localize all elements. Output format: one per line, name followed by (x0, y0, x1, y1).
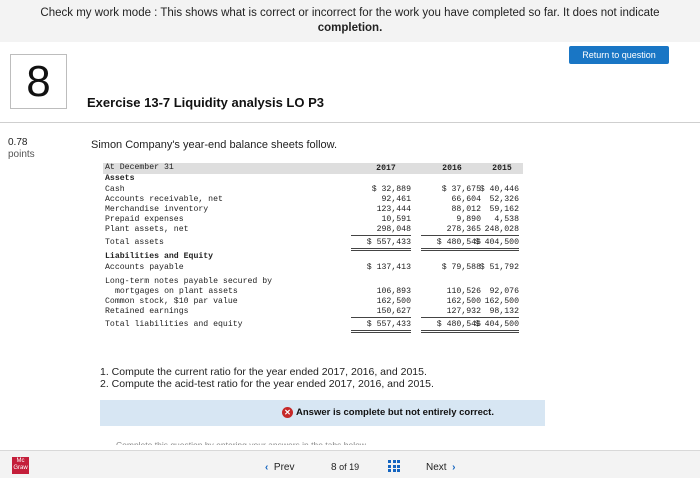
row-label: Plant assets, net (105, 225, 189, 234)
total-liabilities-row: Total liabilities and equity $ 557,433 $… (103, 320, 523, 333)
intro-text: Simon Company's year-end balance sheets … (91, 139, 338, 151)
cell-2015: 59,162 (489, 205, 519, 214)
table-row: Accounts receivable, net 92,461 66,604 5… (103, 195, 523, 205)
row-label: Total liabilities and equity (105, 320, 243, 329)
banner-line-2: completion. (317, 22, 383, 34)
answer-status-text: Answer is complete but not entirely corr… (296, 407, 494, 418)
chevron-right-icon: › (452, 462, 456, 473)
cell-2017: 162,500 (376, 297, 411, 306)
cell-2017: 298,048 (351, 225, 411, 236)
banner-line-1: Check my work mode : This shows what is … (40, 7, 660, 19)
answer-status: ✕ Answer is complete but not entirely co… (282, 407, 494, 418)
total-assets-row: Total assets $ 557,433 $ 480,546 $ 404,5… (103, 238, 523, 251)
header-label: At December 31 (105, 163, 174, 172)
row-label: Retained earnings (105, 307, 189, 316)
return-to-question-button[interactable]: Return to question (569, 46, 669, 64)
row-label: Accounts payable (105, 263, 184, 272)
next-label: Next (426, 462, 447, 473)
next-button[interactable]: Next › (426, 462, 455, 473)
cell-2015: 92,076 (489, 287, 519, 296)
cell-2015: 98,132 (459, 307, 519, 318)
cell-2017: 92,461 (381, 195, 411, 204)
points-value: 0.78 (8, 137, 28, 148)
grid-icon[interactable] (388, 460, 400, 472)
table-row: Plant assets, net 298,048 278,365 248,02… (103, 225, 523, 236)
cell-2017: $ 137,413 (366, 263, 411, 272)
cell-2015: 4,538 (494, 215, 519, 224)
cell-2017: 123,444 (376, 205, 411, 214)
check-mode-banner: Check my work mode : This shows what is … (0, 0, 700, 42)
cell-2015: $ 40,446 (479, 185, 519, 194)
divider (0, 122, 700, 123)
cell-2017: 106,893 (376, 287, 411, 296)
table-row: Common stock, $10 par value 162,500 162,… (103, 297, 523, 307)
row-label: Prepaid expenses (105, 215, 184, 224)
table-row: Cash $ 32,889 $ 37,675 $ 40,446 (103, 185, 523, 195)
x-circle-icon: ✕ (282, 407, 293, 418)
balance-sheet: At December 31 2017 2016 2015 Assets Cas… (103, 163, 523, 338)
year-2015: 2015 (492, 164, 512, 173)
cell-2017: $ 557,433 (351, 320, 411, 333)
prev-button[interactable]: ‹ Prev (265, 462, 294, 473)
cell-2015: $ 51,792 (479, 263, 519, 272)
instructions-cutoff: Complete this question by entering your … (116, 440, 368, 445)
row-label: Total assets (105, 238, 164, 247)
question-1: 1. Compute the current ratio for the yea… (100, 366, 427, 378)
table-row: Accounts payable $ 137,413 $ 79,588 $ 51… (103, 263, 523, 273)
cell-2015: $ 404,500 (459, 320, 519, 333)
cell-2017: $ 32,889 (371, 185, 411, 194)
mcgraw-logo: Mc Graw (12, 457, 29, 474)
page-total: 19 (349, 462, 360, 472)
cell-2015: 248,028 (459, 225, 519, 236)
page-current: 8 (331, 462, 337, 473)
page-indicator: 8 of 19 (331, 462, 359, 473)
cell-2015: $ 404,500 (459, 238, 519, 251)
year-2017: 2017 (376, 164, 396, 173)
cell-2017: 10,591 (381, 215, 411, 224)
assets-heading: Assets (105, 174, 135, 183)
row-label: Long-term notes payable secured by (105, 277, 273, 286)
page-of: of (339, 462, 347, 472)
cell-2017: $ 557,433 (351, 238, 411, 251)
cell-2015: 52,326 (489, 195, 519, 204)
row-label: Merchandise inventory (105, 205, 209, 214)
table-row: Retained earnings 150,627 127,932 98,132 (103, 307, 523, 318)
question-2: 2. Compute the acid-test ratio for the y… (100, 378, 434, 390)
table-row: mortgages on plant assets 106,893 110,52… (103, 287, 523, 297)
question-number: 8 (10, 54, 67, 109)
row-label: Accounts receivable, net (105, 195, 223, 204)
liabilities-heading: Liabilities and Equity (105, 252, 214, 261)
cell-2015: 162,500 (484, 297, 519, 306)
table-row: Merchandise inventory 123,444 88,012 59,… (103, 205, 523, 215)
exercise-title: Exercise 13-7 Liquidity analysis LO P3 (87, 95, 324, 110)
row-label: Common stock, $10 par value (105, 297, 238, 306)
row-label: mortgages on plant assets (115, 287, 238, 296)
chevron-left-icon: ‹ (265, 462, 269, 473)
prev-label: Prev (273, 462, 295, 473)
row-label: Cash (105, 185, 125, 194)
table-row: Prepaid expenses 10,591 9,890 4,538 (103, 215, 523, 225)
points-label: points (8, 149, 35, 160)
cell-2017: 150,627 (351, 307, 411, 318)
question-list: 1. Compute the current ratio for the yea… (100, 366, 434, 390)
